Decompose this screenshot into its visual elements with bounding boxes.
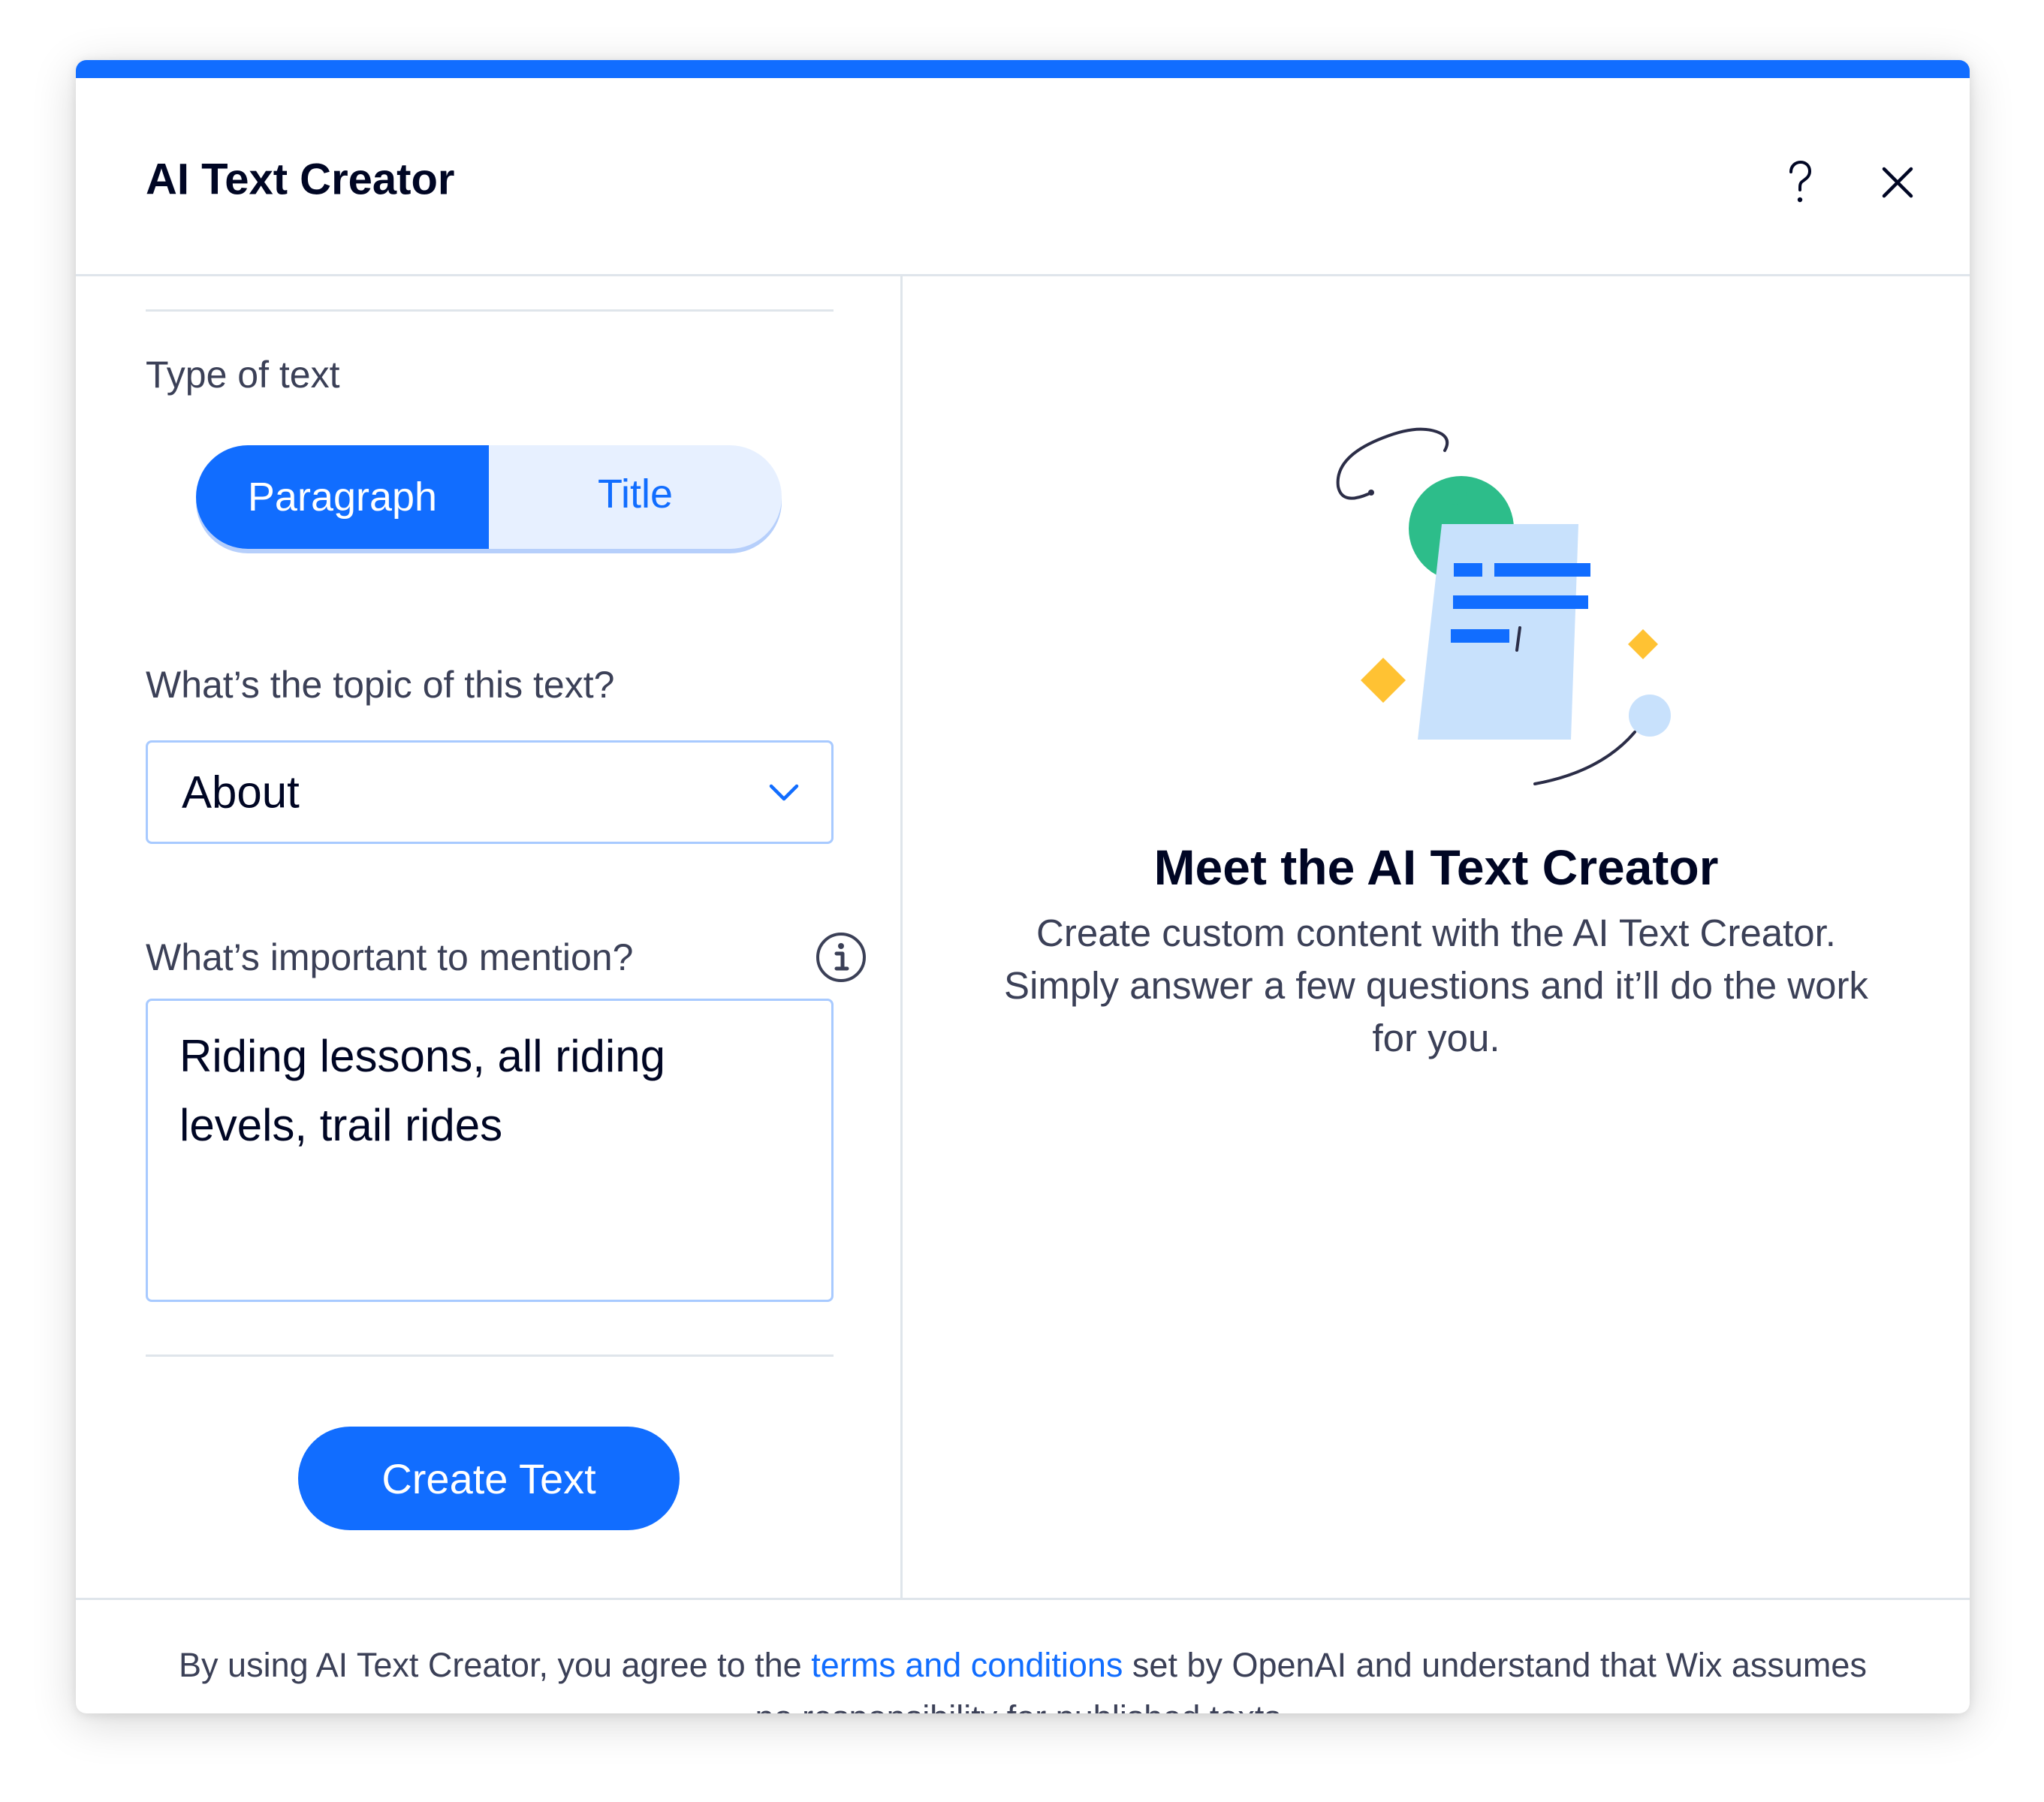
close-button[interactable] [1871,157,1925,211]
topic-label: What’s the topic of this text? [146,664,615,706]
create-text-button[interactable]: Create Text [298,1427,680,1530]
bottom-divider [146,1355,834,1357]
dialog-header: AI Text Creator [76,78,1970,276]
ai-text-creator-dialog: AI Text Creator Type of text Paragraph T… [76,60,1970,1713]
topic-selected-value: About [182,767,300,818]
type-of-text-label: Type of text [146,354,340,396]
disclaimer-text: By using AI Text Creator, you agree to t… [166,1639,1880,1713]
top-divider [146,309,834,312]
form-panel: Type of text Paragraph Title What’s the … [76,276,903,1598]
dialog-accent-bar [76,60,1970,78]
mention-textarea[interactable]: Riding lessons, all riding levels, trail… [146,999,834,1302]
topic-dropdown[interactable]: About [146,740,834,844]
document-illustration [1336,427,1671,785]
close-icon [1881,166,1914,203]
help-button[interactable] [1773,157,1827,211]
dialog-title: AI Text Creator [146,155,455,204]
terms-link[interactable]: terms and conditions [811,1646,1123,1684]
question-mark-icon [1785,160,1815,209]
info-button[interactable] [815,931,867,984]
chevron-down-icon [765,777,803,807]
paragraph-option[interactable]: Paragraph [196,445,489,549]
text-type-toggle: Paragraph Title [196,445,782,549]
dialog-footer: By using AI Text Creator, you agree to t… [76,1598,1970,1713]
mention-label: What’s important to mention? [146,936,634,978]
intro-title: Meet the AI Text Creator [1153,839,1719,895]
intro-description: Create custom content with the AI Text C… [1004,912,1868,1059]
disclaimer-prefix: By using AI Text Creator, you agree to t… [179,1646,812,1684]
info-icon [815,933,867,987]
title-option[interactable]: Title [489,445,782,543]
intro-panel: Meet the AI Text Creator Create custom c… [903,276,1970,1598]
